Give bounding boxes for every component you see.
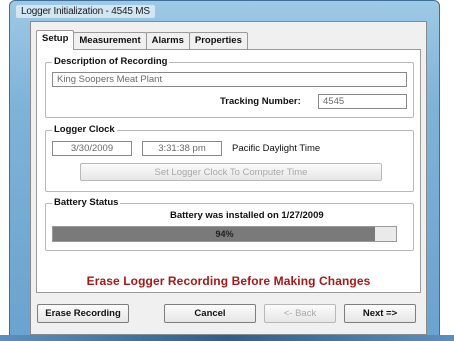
battery-installed-text: Battery was installed on 1/27/2009	[170, 210, 324, 221]
tab-setup[interactable]: Setup	[36, 30, 75, 50]
erase-warning-text: Erase Logger Recording Before Making Cha…	[86, 274, 371, 288]
clock-date-field[interactable]: 3/30/2009	[52, 141, 132, 156]
tracking-number-input[interactable]: 4545	[318, 94, 407, 109]
logger-clock-group: Logger Clock 3/30/2009 3:31:38 pm Pacifi…	[45, 124, 414, 192]
dialog-client: Setup Measurement Alarms Properties Desc…	[30, 21, 427, 335]
clock-time-field[interactable]: 3:31:38 pm	[142, 141, 222, 156]
cancel-button[interactable]: Cancel	[164, 304, 256, 323]
battery-progress-bar: 94%	[52, 226, 397, 242]
description-group: Description of Recording King Soopers Me…	[45, 56, 414, 118]
logger-clock-group-label: Logger Clock	[52, 124, 117, 135]
taskbar-strip	[0, 335, 454, 341]
tab-bar: Setup Measurement Alarms Properties	[36, 30, 248, 50]
back-button[interactable]: <- Back	[264, 304, 336, 323]
tab-measurement[interactable]: Measurement	[73, 32, 147, 50]
setup-panel: Description of Recording King Soopers Me…	[36, 49, 421, 293]
window-title: Logger Initialization - 4545 MS	[16, 4, 155, 18]
battery-level-text: 94%	[215, 229, 234, 239]
description-group-label: Description of Recording	[52, 56, 170, 67]
next-button[interactable]: Next =>	[344, 304, 416, 323]
erase-recording-button[interactable]: Erase Recording	[37, 304, 129, 323]
battery-status-group-label: Battery Status	[52, 197, 121, 208]
battery-status-group: Battery Status Battery was installed on …	[45, 197, 414, 251]
clock-timezone: Pacific Daylight Time	[232, 143, 321, 154]
window-frame: Logger Initialization - 4545 MS Setup Me…	[9, 0, 440, 341]
set-clock-button[interactable]: Set Logger Clock To Computer Time	[80, 163, 382, 181]
tracking-number-label: Tracking Number:	[220, 96, 301, 107]
description-input[interactable]: King Soopers Meat Plant	[52, 72, 407, 87]
tab-alarms[interactable]: Alarms	[145, 32, 190, 50]
titlebar[interactable]: Logger Initialization - 4545 MS	[10, 1, 439, 21]
tab-properties[interactable]: Properties	[188, 32, 248, 50]
